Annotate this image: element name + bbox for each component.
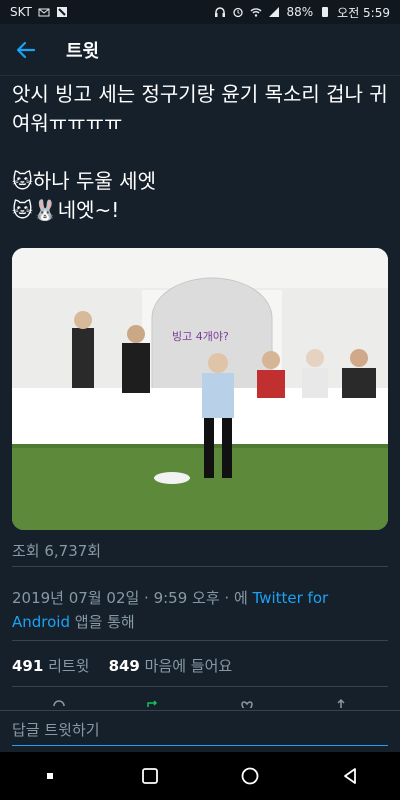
- tweet-stats: 491 리트윗 849 마음에 들어요: [12, 655, 232, 676]
- notification-icon: [56, 7, 67, 17]
- system-nav-bar: [0, 752, 400, 800]
- reply-icon: [53, 700, 65, 707]
- battery-percent: 88%: [286, 5, 314, 19]
- tweet-text: 앗시 빙고 세는 정구기랑 윤기 목소리 겁나 귀여워ㅠㅠㅠㅠ 🐱하나 두울 세…: [12, 82, 388, 222]
- back-triangle-icon: [344, 768, 356, 784]
- like-button[interactable]: [239, 698, 255, 708]
- home-button[interactable]: [230, 756, 270, 796]
- back-nav-button[interactable]: [330, 756, 370, 796]
- carrier-label: SKT: [10, 5, 32, 19]
- like-stat[interactable]: 849 마음에 들어요: [109, 657, 233, 675]
- reply-bar: 답글 트윗하기: [0, 710, 400, 750]
- media-caption: 빙고 4개야?: [172, 330, 229, 343]
- retweet-button[interactable]: [145, 698, 161, 708]
- tweet-actions: [12, 698, 388, 708]
- retweet-icon: [147, 700, 158, 707]
- recent-apps-icon: [142, 768, 158, 784]
- reply-button[interactable]: [51, 698, 67, 708]
- retweet-count: 491: [12, 657, 44, 675]
- wifi-icon: [250, 8, 262, 17]
- heart-icon: [241, 701, 253, 708]
- tweet-datetime: 2019년 07월 02일 · 9:59 오후 · 에: [12, 589, 253, 607]
- home-icon: [241, 767, 259, 785]
- like-label: 마음에 들어요: [139, 657, 233, 675]
- retweet-stat[interactable]: 491 리트윗: [12, 657, 89, 675]
- recent-apps-button[interactable]: [130, 756, 170, 796]
- divider: [12, 566, 388, 567]
- share-button[interactable]: [333, 698, 349, 708]
- retweet-label: 리트윗: [43, 657, 90, 675]
- battery-icon: [322, 7, 329, 17]
- back-button[interactable]: [14, 38, 38, 62]
- like-count: 849: [108, 657, 140, 675]
- divider: [12, 640, 388, 641]
- app-bar: 트윗: [0, 24, 400, 76]
- headphones-icon: [215, 7, 226, 17]
- share-icon: [337, 698, 345, 708]
- tweet-metadata: 2019년 07월 02일 · 9:59 오후 · 에 Twitter for …: [12, 586, 388, 634]
- status-bar: SKT 88% 오전 5:59: [0, 0, 400, 24]
- divider: [12, 686, 388, 687]
- mail-notification-icon: [38, 8, 50, 17]
- menu-dot-button[interactable]: [30, 756, 70, 796]
- reply-input[interactable]: 답글 트윗하기: [12, 719, 388, 746]
- tweet-media[interactable]: 빙고 4개야?: [12, 248, 388, 530]
- dot-icon: [47, 773, 53, 779]
- signal-icon: [269, 7, 280, 17]
- source-suffix: 앱을 통해: [70, 613, 135, 631]
- alarm-icon: [233, 7, 244, 18]
- arrow-left-icon: [16, 41, 36, 58]
- clock: 오전 5:59: [337, 5, 390, 20]
- page-title: 트윗: [66, 40, 100, 62]
- view-count: 조회 6,737회: [12, 542, 102, 560]
